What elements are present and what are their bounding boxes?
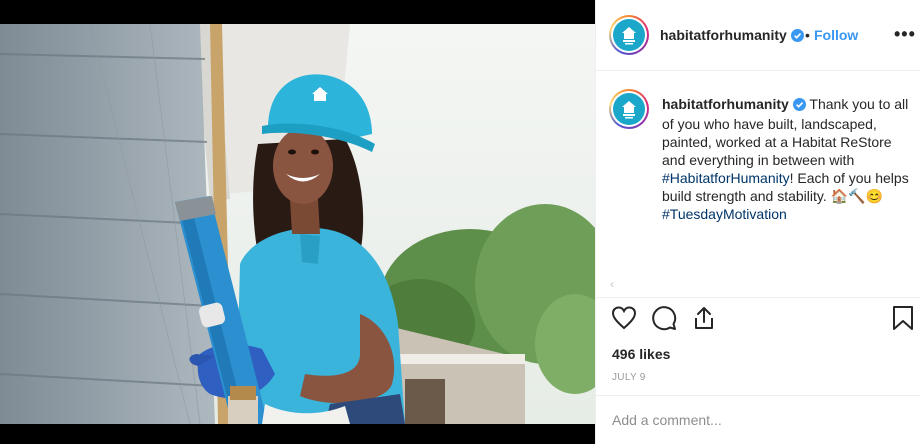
caption-emojis: 🏠🔨😊: [830, 188, 883, 204]
volunteer-photo: [0, 24, 595, 424]
verified-badge-icon: [792, 97, 806, 115]
comment-input[interactable]: [612, 410, 902, 430]
hashtag-link[interactable]: #TuesdayMotivation: [662, 206, 787, 222]
verified-badge-icon: [790, 29, 804, 47]
heart-icon[interactable]: [610, 304, 638, 337]
post-date[interactable]: JULY 9: [612, 372, 646, 383]
post-side-panel: habitatforhumanity • Follow ••• habitatf…: [595, 0, 920, 444]
comment-bar: [596, 395, 920, 444]
post-photo[interactable]: [0, 24, 595, 424]
habitat-logo-icon: [613, 93, 645, 125]
post-media: [0, 0, 595, 444]
follow-button[interactable]: Follow: [814, 27, 858, 43]
share-icon[interactable]: [690, 304, 718, 337]
caption-username[interactable]: habitatforhumanity: [662, 96, 789, 112]
avatar[interactable]: [609, 15, 649, 55]
separator-dot: •: [805, 27, 810, 43]
instagram-post: habitatforhumanity • Follow ••• habitatf…: [0, 0, 920, 444]
hashtag-link[interactable]: #HabitatforHumanity: [662, 170, 790, 186]
more-options-icon[interactable]: •••: [894, 24, 916, 45]
likes-count[interactable]: 496 likes: [612, 346, 670, 362]
comment-icon[interactable]: [650, 304, 678, 337]
header-username[interactable]: habitatforhumanity: [660, 27, 787, 43]
habitat-logo-icon: [613, 19, 645, 51]
caption-section: habitatforhumanity Thank you to all of y…: [596, 72, 920, 298]
chevron-left-icon[interactable]: ‹: [610, 277, 614, 291]
caption-avatar[interactable]: [609, 89, 649, 129]
action-bar: [596, 300, 920, 336]
bookmark-icon[interactable]: [890, 304, 916, 337]
caption-text: habitatforhumanity Thank you to all of y…: [662, 95, 912, 223]
post-header: habitatforhumanity • Follow •••: [596, 0, 920, 71]
